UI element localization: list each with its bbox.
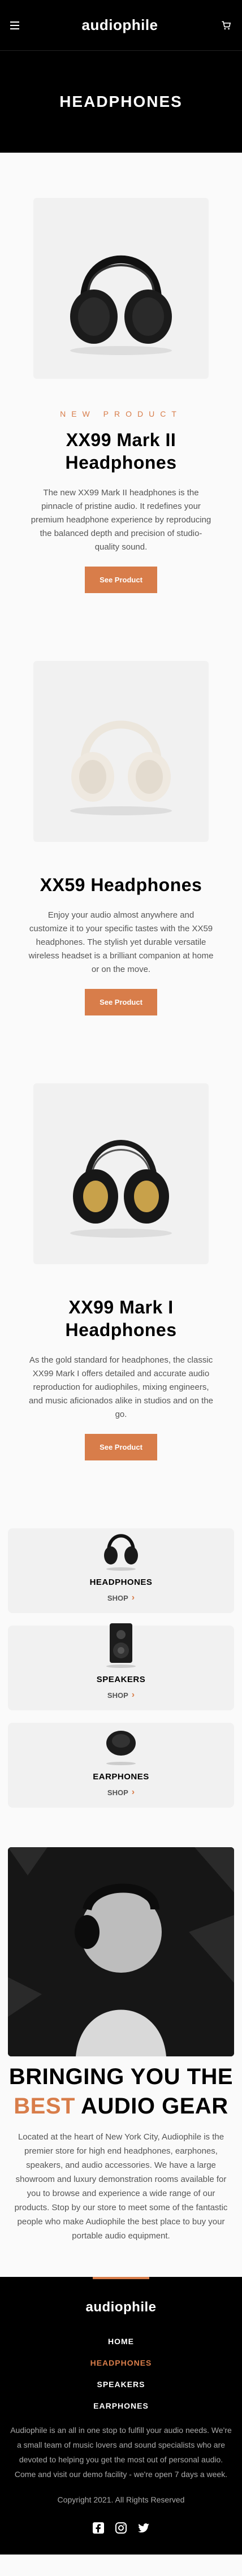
chevron-right-icon: › [131, 1690, 135, 1700]
shop-link[interactable]: SHOP › [107, 1690, 135, 1700]
instagram-icon[interactable] [114, 2521, 128, 2538]
facebook-icon[interactable] [92, 2521, 105, 2538]
product-description: Enjoy your audio almost anywhere and cus… [28, 910, 214, 974]
product-image [33, 661, 209, 842]
chevron-right-icon: › [131, 1593, 135, 1602]
shop-label: SHOP [107, 1691, 128, 1700]
site-logo[interactable]: audiophile [82, 16, 158, 34]
see-product-button[interactable]: See Product [85, 1434, 157, 1460]
footer-description: Audiophile is an all in one stop to fulf… [10, 2426, 232, 2479]
copyright: Copyright 2021. All Rights Reserved [57, 2495, 185, 2504]
page-title: HEADPHONES [59, 93, 183, 110]
footer-nav-earphones[interactable]: EARPHONES [10, 2401, 232, 2410]
footer-nav-headphones[interactable]: HEADPHONES [10, 2358, 232, 2367]
shop-label: SHOP [107, 1593, 128, 1602]
headphones-thumbnail [98, 1520, 144, 1571]
product-description: As the gold standard for headphones, the… [28, 1355, 214, 1419]
product-list: NEW PRODUCT XX99 Mark II Headphones The … [0, 153, 242, 1460]
social-links [10, 2521, 232, 2538]
shop-label: SHOP [107, 1788, 128, 1797]
category-card-headphones[interactable]: HEADPHONES SHOP › [8, 1528, 234, 1613]
about-title-accent: BEST [14, 2094, 75, 2119]
site-header: audiophile [0, 0, 242, 51]
category-links: HEADPHONES SHOP › SPEAKERS SHOP › EARPHO… [0, 1528, 242, 1808]
footer-logo[interactable]: audiophile [10, 2300, 232, 2315]
product-description: The new XX99 Mark II headphones is the p… [31, 488, 211, 552]
about-photo [8, 1847, 234, 2056]
footer-nav-home[interactable]: HOME [10, 2337, 232, 2346]
product-card: NEW PRODUCT XX99 Mark II Headphones The … [0, 198, 242, 593]
earphones-thumbnail [98, 1715, 144, 1766]
site-footer: audiophile HOME HEADPHONES SPEAKERS EARP… [0, 2277, 242, 2555]
footer-nav-speakers[interactable]: SPEAKERS [10, 2380, 232, 2389]
speakers-thumbnail [98, 1618, 144, 1669]
footer-accent-bar [93, 2277, 149, 2279]
product-image [33, 198, 209, 379]
shop-link[interactable]: SHOP › [107, 1787, 135, 1797]
product-overline: NEW PRODUCT [60, 409, 182, 418]
product-card: XX99 Mark I Headphones As the gold stand… [0, 1083, 242, 1460]
about-title: BRINGING YOU THE BEST AUDIO GEAR [8, 2062, 234, 2121]
product-name: XX59 Headphones [40, 875, 202, 895]
about-title-rest: AUDIO GEAR [81, 2094, 228, 2119]
category-card-earphones[interactable]: EARPHONES SHOP › [8, 1723, 234, 1808]
see-product-button[interactable]: See Product [85, 567, 157, 593]
category-title: SPEAKERS [96, 1675, 146, 1684]
product-name: XX99 Mark I Headphones [65, 1297, 177, 1340]
category-hero: HEADPHONES [0, 51, 242, 153]
category-title: EARPHONES [93, 1772, 149, 1782]
shop-link[interactable]: SHOP › [107, 1593, 135, 1603]
about-title-line1: BRINGING YOU THE [8, 2064, 234, 2089]
about-body: Located at the heart of New York City, A… [14, 2132, 228, 2241]
category-title: HEADPHONES [89, 1577, 153, 1587]
twitter-icon[interactable] [137, 2521, 150, 2538]
product-name: XX99 Mark II Headphones [65, 430, 177, 473]
see-product-button[interactable]: See Product [85, 989, 157, 1015]
hamburger-icon[interactable] [10, 21, 19, 29]
cart-icon[interactable] [221, 20, 232, 31]
footer-nav: HOME HEADPHONES SPEAKERS EARPHONES [10, 2337, 232, 2410]
about-section: BRINGING YOU THE BEST AUDIO GEAR Located… [0, 1847, 242, 2243]
product-card: XX59 Headphones Enjoy your audio almost … [0, 661, 242, 1015]
product-image [33, 1083, 209, 1264]
chevron-right-icon: › [131, 1787, 135, 1797]
category-card-speakers[interactable]: SPEAKERS SHOP › [8, 1623, 234, 1710]
